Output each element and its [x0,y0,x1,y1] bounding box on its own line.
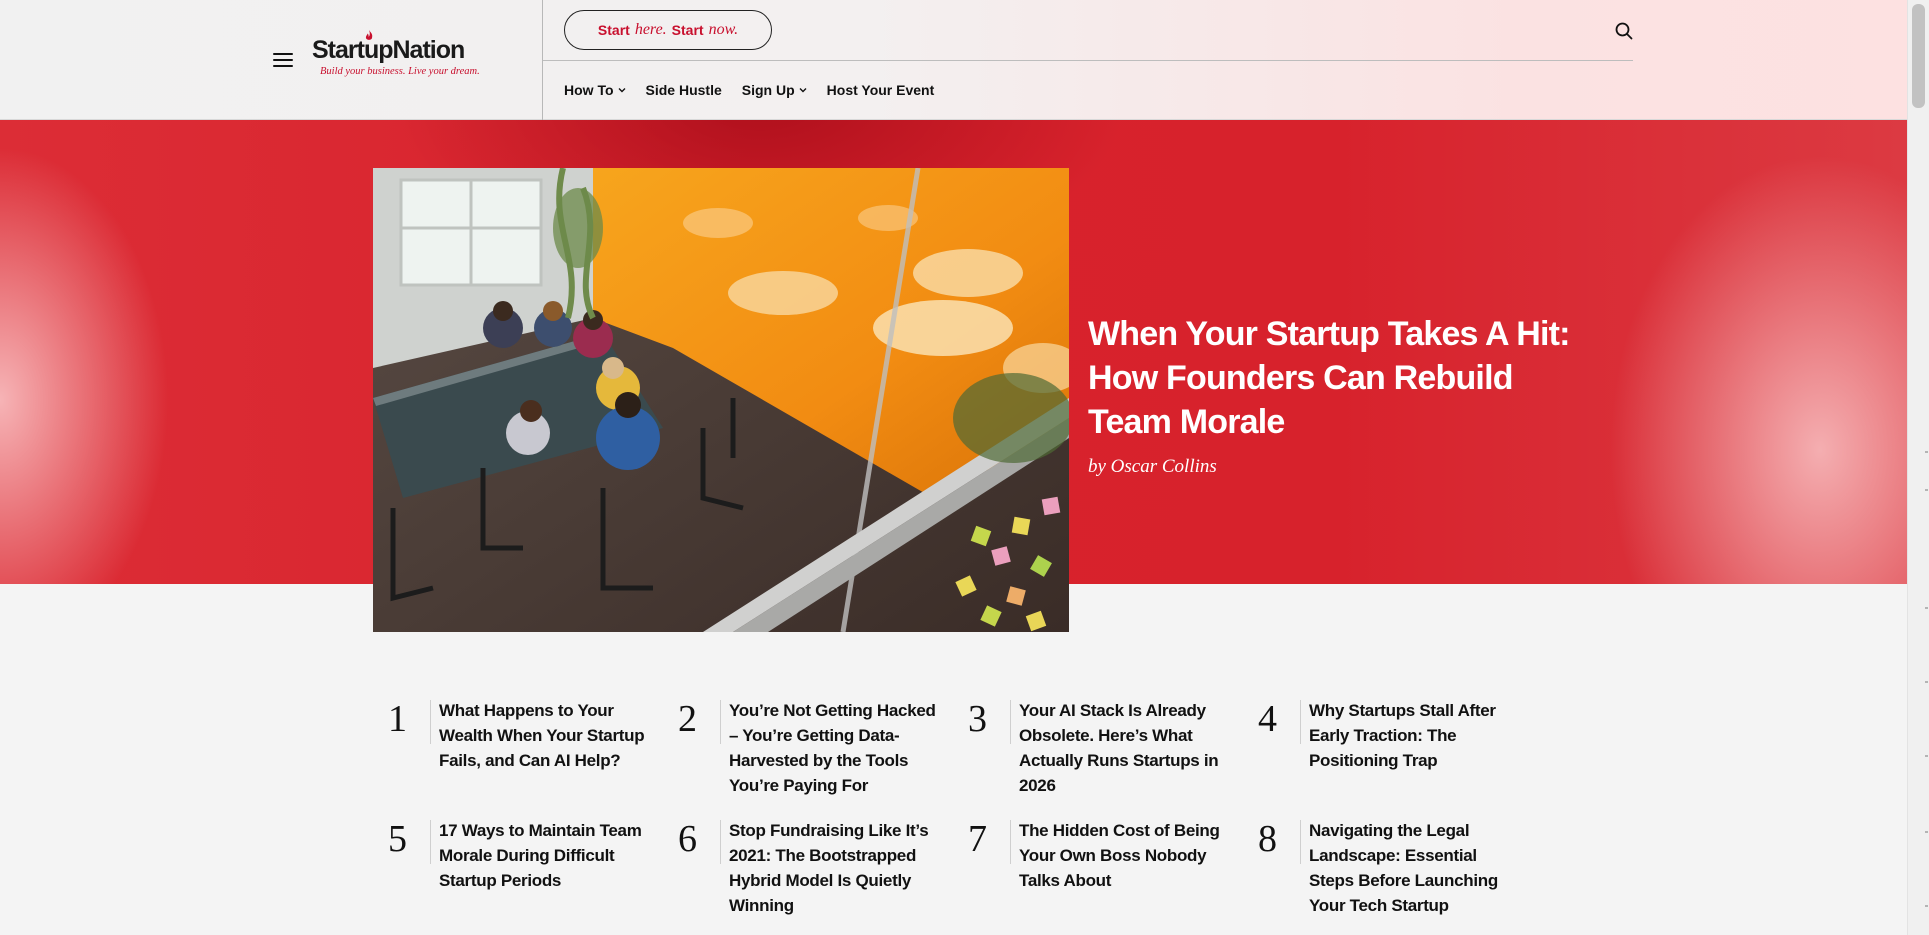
nav-item-sign-up[interactable]: Sign Up [742,82,807,98]
list-item[interactable]: 6 Stop Fundraising Like It’s 2021: The B… [678,818,968,918]
list-item[interactable]: 7 The Hidden Cost of Being Your Own Boss… [968,818,1258,918]
scroll-ruler-marks [1925,451,1928,907]
item-title[interactable]: Your AI Stack Is Already Obsolete. Here’… [1019,698,1229,798]
item-number: 7 [968,818,987,860]
item-number: 5 [388,818,407,860]
chevron-down-icon [799,88,807,93]
nav-item-how-to[interactable]: How To [564,82,626,98]
item-number: 3 [968,698,987,740]
hero-text: When Your Startup Takes A Hit: How Found… [1088,312,1588,478]
list-item[interactable]: 4 Why Startups Stall After Early Tractio… [1258,698,1548,798]
item-divider [430,820,431,864]
flame-icon [365,30,373,40]
item-title[interactable]: The Hidden Cost of Being Your Own Boss N… [1019,818,1229,893]
popular-row: 5 17 Ways to Maintain Team Morale During… [388,818,1548,918]
hero-image-illustration [373,168,1069,632]
list-item[interactable]: 3 Your AI Stack Is Already Obsolete. Her… [968,698,1258,798]
list-item[interactable]: 5 17 Ways to Maintain Team Morale During… [388,818,678,918]
item-title[interactable]: 17 Ways to Maintain Team Morale During D… [439,818,649,893]
item-number: 8 [1258,818,1277,860]
hero-byline[interactable]: by Oscar Collins [1088,456,1588,478]
item-divider [1010,700,1011,744]
item-divider [1010,820,1011,864]
item-divider [720,820,721,864]
chevron-down-icon [618,88,626,93]
nav-item-side-hustle[interactable]: Side Hustle [646,82,722,98]
list-item[interactable]: 1 What Happens to Your Wealth When Your … [388,698,678,798]
hamburger-menu-icon[interactable] [273,53,293,67]
main-nav: How To Side Hustle Sign Up Host Your Eve… [564,82,934,98]
item-divider [430,700,431,744]
site-header: StartupNation Build your business. Live … [0,0,1907,120]
item-title[interactable]: Navigating the Legal Landscape: Essentia… [1309,818,1519,918]
list-item[interactable]: 2 You’re Not Getting Hacked – You’re Get… [678,698,968,798]
nav-item-host-your-event[interactable]: Host Your Event [827,82,935,98]
logo-wordmark: StartupNation [312,30,465,65]
scrollbar-thumb[interactable] [1912,4,1925,108]
site-logo[interactable]: StartupNation Build your business. Live … [312,30,512,77]
item-number: 1 [388,698,407,740]
item-title[interactable]: Why Startups Stall After Early Traction:… [1309,698,1519,773]
hero-image[interactable] [373,168,1069,632]
logo-tagline: Build your business. Live your dream. [320,66,480,77]
popular-articles-list: 1 What Happens to Your Wealth When Your … [388,698,1548,918]
item-title[interactable]: What Happens to Your Wealth When Your St… [439,698,649,773]
search-icon[interactable] [1614,21,1634,41]
item-divider [1300,700,1301,744]
item-number: 6 [678,818,697,860]
item-title[interactable]: You’re Not Getting Hacked – You’re Getti… [729,698,939,798]
start-here-button[interactable]: Start here. Start now. [564,10,772,50]
list-item[interactable]: 8 Navigating the Legal Landscape: Essent… [1258,818,1548,918]
item-number: 2 [678,698,697,740]
hero-title[interactable]: When Your Startup Takes A Hit: How Found… [1088,312,1588,444]
header-rule [543,60,1633,61]
item-divider [1300,820,1301,864]
item-divider [720,700,721,744]
item-number: 4 [1258,698,1277,740]
popular-row: 1 What Happens to Your Wealth When Your … [388,698,1548,798]
item-title[interactable]: Stop Fundraising Like It’s 2021: The Boo… [729,818,939,918]
